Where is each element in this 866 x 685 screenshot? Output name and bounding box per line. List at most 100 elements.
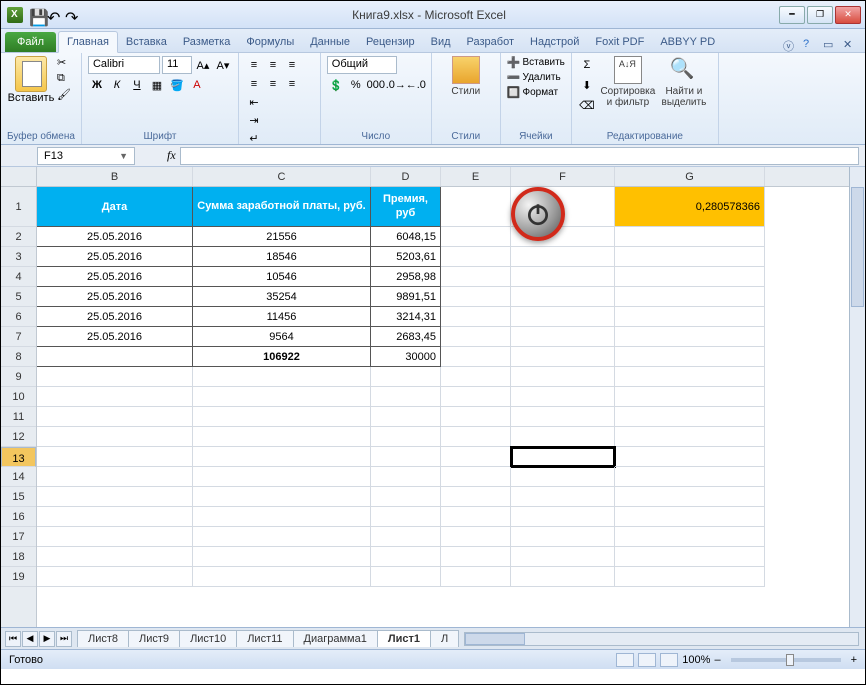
delete-cells-icon[interactable]: ➖ <box>507 71 521 84</box>
align-mid-icon[interactable]: ≡ <box>264 56 282 74</box>
copy-icon[interactable]: ⧉ <box>57 72 73 86</box>
row-header[interactable]: 14 <box>1 467 36 487</box>
cell[interactable]: 9891,51 <box>371 287 441 307</box>
border-button[interactable]: ▦ <box>148 76 166 94</box>
underline-button[interactable]: Ч <box>128 76 146 94</box>
cell[interactable] <box>511 327 615 347</box>
sort-filter-button[interactable]: А↓Я Сортировка и фильтр <box>600 56 656 114</box>
row-header[interactable]: 8 <box>1 347 36 367</box>
inc-decimal-icon[interactable]: .0→ <box>387 76 405 94</box>
name-box[interactable]: F13 ▼ <box>37 147 135 165</box>
cell[interactable] <box>441 287 511 307</box>
cell[interactable] <box>371 467 441 487</box>
cell[interactable] <box>615 227 765 247</box>
tab-view[interactable]: Вид <box>423 32 459 52</box>
fill-icon[interactable]: ⬇ <box>578 76 596 94</box>
align-center-icon[interactable]: ≡ <box>264 75 282 93</box>
col-header[interactable]: D <box>371 167 441 186</box>
shrink-font-icon[interactable]: A▾ <box>214 56 232 74</box>
vertical-scrollbar[interactable] <box>849 167 865 627</box>
cell[interactable] <box>371 387 441 407</box>
cell[interactable] <box>511 347 615 367</box>
cell[interactable] <box>193 427 371 447</box>
cell[interactable] <box>441 347 511 367</box>
cell[interactable]: 11456 <box>193 307 371 327</box>
cell[interactable] <box>371 487 441 507</box>
save-icon[interactable]: 💾 <box>29 8 43 22</box>
align-bot-icon[interactable]: ≡ <box>283 56 301 74</box>
cell[interactable] <box>37 347 193 367</box>
cell[interactable] <box>615 527 765 547</box>
cell[interactable] <box>441 547 511 567</box>
cell[interactable] <box>615 327 765 347</box>
cell[interactable] <box>615 267 765 287</box>
cell[interactable] <box>511 287 615 307</box>
row-header[interactable]: 13 <box>1 447 36 467</box>
tab-nav-prev-icon[interactable]: ◀ <box>22 631 38 647</box>
chevron-down-icon[interactable]: ▼ <box>119 151 128 161</box>
align-right-icon[interactable]: ≡ <box>283 75 301 93</box>
tab-file[interactable]: Файл <box>5 32 56 52</box>
cell[interactable] <box>371 547 441 567</box>
col-header[interactable]: G <box>615 167 765 186</box>
tab-review[interactable]: Рецензир <box>358 32 423 52</box>
cell[interactable] <box>441 267 511 287</box>
find-select-button[interactable]: 🔍 Найти и выделить <box>656 56 712 114</box>
cell[interactable] <box>511 267 615 287</box>
cell[interactable] <box>371 407 441 427</box>
sheet-tab[interactable]: Лист10 <box>179 630 237 647</box>
cell[interactable] <box>37 567 193 587</box>
tab-foxit[interactable]: Foxit PDF <box>587 32 652 52</box>
row-header[interactable]: 9 <box>1 367 36 387</box>
cell[interactable] <box>511 247 615 267</box>
row-header[interactable]: 19 <box>1 567 36 587</box>
cell[interactable] <box>441 447 511 467</box>
styles-button[interactable]: Стили <box>438 56 494 97</box>
cell[interactable] <box>37 387 193 407</box>
cell[interactable] <box>441 327 511 347</box>
cell[interactable]: 9564 <box>193 327 371 347</box>
row-header[interactable]: 1 <box>1 187 36 227</box>
cell[interactable]: 25.05.2016 <box>37 287 193 307</box>
insert-cells-icon[interactable]: ➕ <box>507 56 521 69</box>
cell[interactable] <box>511 427 615 447</box>
row-header[interactable]: 15 <box>1 487 36 507</box>
cell[interactable] <box>371 567 441 587</box>
col-header[interactable]: E <box>441 167 511 186</box>
cell[interactable] <box>511 547 615 567</box>
row-header[interactable]: 7 <box>1 327 36 347</box>
cell[interactable] <box>511 527 615 547</box>
cell[interactable] <box>441 487 511 507</box>
cell[interactable] <box>37 467 193 487</box>
cell[interactable] <box>615 247 765 267</box>
cell[interactable] <box>511 507 615 527</box>
cell[interactable] <box>615 407 765 427</box>
horizontal-scrollbar[interactable] <box>464 632 859 646</box>
autosum-icon[interactable]: Σ <box>578 56 596 74</box>
cell[interactable] <box>193 467 371 487</box>
view-normal-icon[interactable] <box>616 653 634 667</box>
bold-button[interactable]: Ж <box>88 76 106 94</box>
cell[interactable] <box>615 507 765 527</box>
row-header[interactable]: 11 <box>1 407 36 427</box>
maximize-button[interactable]: ❐ <box>807 6 833 24</box>
cell[interactable] <box>615 447 765 467</box>
minimize-button[interactable]: ━ <box>779 6 805 24</box>
cell[interactable] <box>441 387 511 407</box>
cell[interactable]: 25.05.2016 <box>37 307 193 327</box>
cell[interactable]: 25.05.2016 <box>37 227 193 247</box>
cell[interactable] <box>441 427 511 447</box>
cell[interactable] <box>193 387 371 407</box>
tab-formulas[interactable]: Формулы <box>238 32 302 52</box>
cell[interactable] <box>371 527 441 547</box>
cut-icon[interactable]: ✂ <box>57 56 73 70</box>
tab-abbyy[interactable]: ABBYY PD <box>652 32 723 52</box>
cell[interactable] <box>511 367 615 387</box>
cell[interactable] <box>37 427 193 447</box>
active-cell[interactable] <box>511 447 615 467</box>
cell[interactable] <box>193 447 371 467</box>
tab-insert[interactable]: Вставка <box>118 32 175 52</box>
cell[interactable] <box>511 487 615 507</box>
sheet-tab[interactable]: Л <box>430 630 459 647</box>
cell[interactable] <box>37 527 193 547</box>
